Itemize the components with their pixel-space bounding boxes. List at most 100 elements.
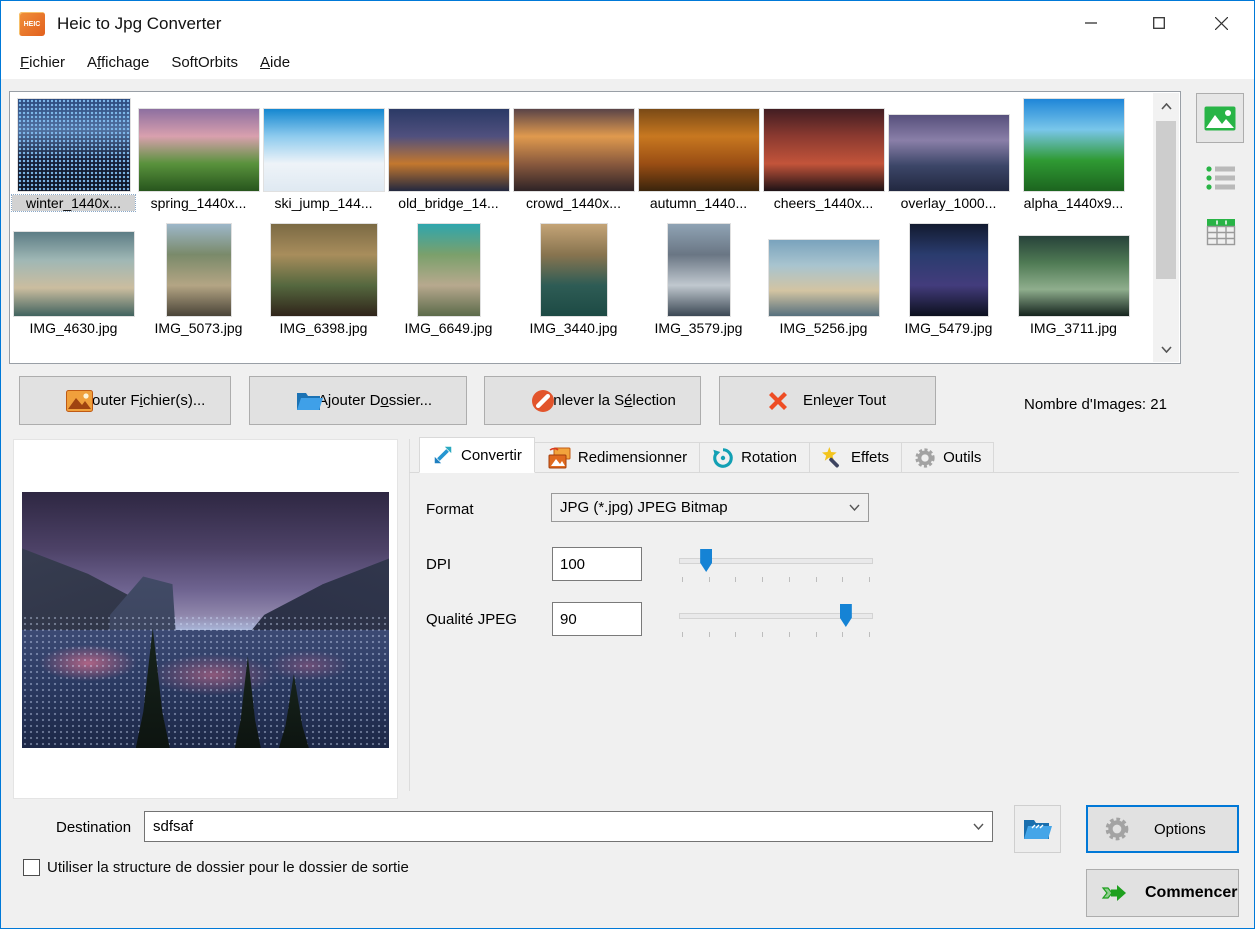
scroll-up-button[interactable] <box>1153 93 1179 119</box>
thumbnail-image[interactable] <box>264 109 384 191</box>
options-button[interactable]: Options <box>1086 805 1239 853</box>
minimize-button[interactable] <box>1068 6 1114 40</box>
thumbnail-image[interactable] <box>18 99 130 191</box>
chevron-down-icon <box>973 823 984 830</box>
format-select[interactable]: JPG (*.jpg) JPEG Bitmap <box>551 493 869 522</box>
list-view-icon <box>1206 165 1236 191</box>
tab-outils[interactable]: Outils <box>902 442 994 473</box>
thumbnail-image[interactable] <box>1024 99 1124 191</box>
chevron-up-icon <box>1161 103 1172 110</box>
dpi-input[interactable] <box>552 547 642 581</box>
menu-aide[interactable]: Aide <box>249 49 301 76</box>
dpi-slider[interactable] <box>679 545 873 585</box>
dpi-slider-ticks <box>682 577 870 582</box>
gallery-item[interactable]: IMG_6398.jpg <box>262 223 385 336</box>
minimize-icon <box>1085 17 1097 29</box>
view-table-button[interactable] <box>1201 213 1241 251</box>
view-list-button[interactable] <box>1201 159 1241 197</box>
title-bar: HEIC Heic to Jpg Converter <box>1 1 1254 46</box>
start-button[interactable]: Commencer <box>1086 869 1239 917</box>
thumbnail-image[interactable] <box>639 109 759 191</box>
thumbnail-image[interactable] <box>514 109 634 191</box>
gallery-item[interactable] <box>12 343 135 364</box>
gallery-item[interactable]: IMG_3711.jpg <box>1012 223 1135 336</box>
gallery-item[interactable] <box>137 343 260 364</box>
use-folder-structure-checkbox[interactable] <box>23 859 40 876</box>
gallery-item[interactable]: IMG_3440.jpg <box>512 223 635 336</box>
remove-selection-button[interactable]: Enlever la Sélection <box>484 376 701 425</box>
thumbnail-image[interactable] <box>271 224 377 316</box>
thumbnail-label: spring_1440x... <box>137 195 260 211</box>
thumbnail-image[interactable] <box>668 224 730 316</box>
thumbnail-image[interactable] <box>889 115 1009 191</box>
tab-label: Effets <box>851 449 889 466</box>
add-files-button[interactable]: Ajouter Fichier(s)... <box>19 376 231 425</box>
quality-slider-thumb[interactable] <box>840 604 852 627</box>
gallery-item[interactable]: cheers_1440x... <box>762 98 885 211</box>
add-folder-icon <box>296 390 324 412</box>
thumbnail-label: IMG_5479.jpg <box>887 320 1010 336</box>
gallery-item[interactable]: IMG_6649.jpg <box>387 223 510 336</box>
gallery-item[interactable]: alpha_1440x9... <box>1012 98 1135 211</box>
magic-wand-icon <box>822 447 844 469</box>
thumbnail-label: IMG_3711.jpg <box>1012 320 1135 336</box>
gallery-item[interactable]: IMG_4630.jpg <box>12 223 135 336</box>
menu-softorbits[interactable]: SoftOrbits <box>160 49 249 76</box>
gallery-item[interactable]: ski_jump_144... <box>262 98 385 211</box>
gallery-item[interactable]: overlay_1000... <box>887 98 1010 211</box>
thumbnail-label: IMG_3440.jpg <box>512 320 635 336</box>
gallery-scrollbar[interactable] <box>1153 93 1179 362</box>
tab-redimensionner[interactable]: Redimensionner <box>535 442 700 473</box>
tab-rotation[interactable]: Rotation <box>700 442 810 473</box>
remove-all-button[interactable]: Enlever Tout <box>719 376 936 425</box>
thumbnail-image[interactable] <box>769 240 879 316</box>
thumbnail-image[interactable] <box>167 224 231 316</box>
menu-bar: Fichier Affichage SoftOrbits Aide <box>1 46 1254 79</box>
thumbnail-label: ski_jump_144... <box>262 195 385 211</box>
gallery-item[interactable] <box>262 343 385 364</box>
rotate-arrow-icon <box>712 447 734 469</box>
gallery-item[interactable]: IMG_5256.jpg <box>762 223 885 336</box>
gallery-item[interactable]: autumn_1440... <box>637 98 760 211</box>
thumbnail-image[interactable] <box>418 224 480 316</box>
browse-folder-button[interactable] <box>1014 805 1061 853</box>
thumbnail-image[interactable] <box>1019 236 1129 316</box>
thumbnail-label: IMG_3579.jpg <box>637 320 760 336</box>
destination-combobox[interactable]: sdfsaf <box>144 811 993 842</box>
gallery-item[interactable]: spring_1440x... <box>137 98 260 211</box>
maximize-button[interactable] <box>1136 6 1182 40</box>
thumbnail-image[interactable] <box>139 109 259 191</box>
dpi-slider-thumb[interactable] <box>700 549 712 572</box>
close-button[interactable] <box>1198 6 1244 40</box>
gallery-item[interactable]: winter_1440x... <box>12 98 135 211</box>
gallery-item[interactable]: crowd_1440x... <box>512 98 635 211</box>
thumbnail-label: IMG_5073.jpg <box>137 320 260 336</box>
scroll-down-button[interactable] <box>1153 336 1179 362</box>
thumbnail-image[interactable] <box>541 224 607 316</box>
gallery-item[interactable]: old_bridge_14... <box>387 98 510 211</box>
close-icon <box>1215 17 1228 30</box>
gallery-item[interactable]: IMG_5479.jpg <box>887 223 1010 336</box>
gallery-item[interactable]: IMG_3579.jpg <box>637 223 760 336</box>
tab-convertir[interactable]: Convertir <box>419 437 535 473</box>
menu-fichier[interactable]: Fichier <box>9 49 76 76</box>
thumbnail-image[interactable] <box>910 224 988 316</box>
app-icon: HEIC <box>19 12 45 36</box>
view-thumbnails-button[interactable] <box>1196 93 1244 143</box>
quality-slider[interactable] <box>679 600 873 640</box>
thumbnail-image[interactable] <box>14 232 134 316</box>
menu-affichage[interactable]: Affichage <box>76 49 160 76</box>
thumbnail-label: alpha_1440x9... <box>1012 195 1135 211</box>
tab-effets[interactable]: Effets <box>810 442 902 473</box>
thumbnail-image[interactable] <box>389 109 509 191</box>
quality-input[interactable] <box>552 602 642 636</box>
gallery-item[interactable]: IMG_5073.jpg <box>137 223 260 336</box>
gallery[interactable]: winter_1440x...spring_1440x...ski_jump_1… <box>9 91 1181 364</box>
window-title: Heic to Jpg Converter <box>57 14 221 34</box>
thumbnail-image[interactable] <box>764 109 884 191</box>
scrollbar-thumb[interactable] <box>1156 121 1176 279</box>
thumbnail-label: IMG_4630.jpg <box>12 320 135 336</box>
format-label: Format <box>426 501 474 518</box>
add-folder-button[interactable]: Ajouter Dossier... <box>249 376 467 425</box>
start-arrow-icon <box>1101 882 1129 904</box>
